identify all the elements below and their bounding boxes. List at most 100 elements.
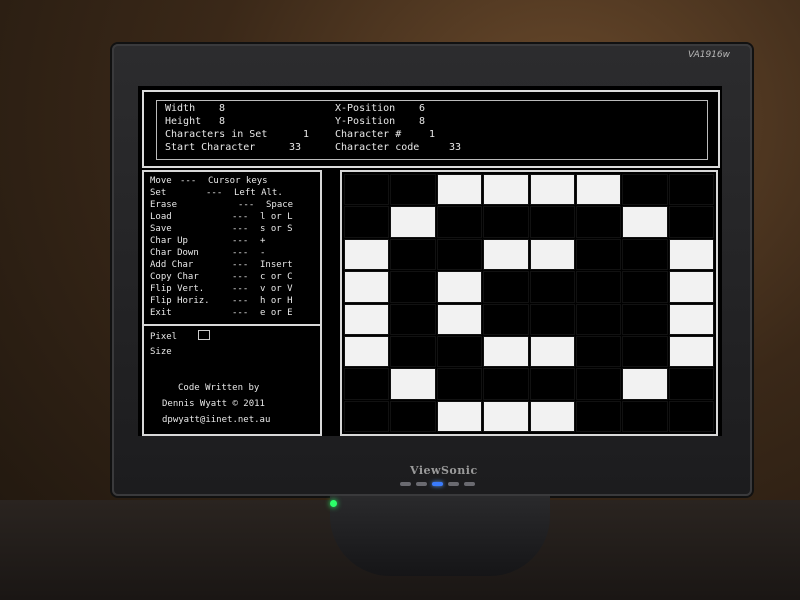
help-panel: Move --- Cursor keys Set --- Left Alt. Erase… — [142, 170, 322, 326]
monitor-brand-logo: ViewSonic — [410, 464, 478, 477]
grid-cell[interactable] — [668, 303, 714, 335]
grid-cell[interactable] — [622, 206, 668, 238]
grid-cell[interactable] — [529, 206, 575, 238]
character-grid-panel — [340, 170, 718, 436]
info-panel: Width 8 Height 8 Characters in Set 1 Sta… — [142, 90, 720, 168]
grid-cell[interactable] — [436, 206, 483, 238]
grid-cell[interactable] — [390, 238, 436, 271]
grid-cell[interactable] — [622, 174, 668, 206]
grid-cell[interactable] — [622, 238, 668, 271]
grid-cell[interactable] — [436, 335, 483, 368]
monitor-button[interactable] — [448, 482, 459, 486]
grid-cell[interactable] — [436, 271, 483, 303]
character-number-label: Character # — [335, 129, 402, 140]
grid-cell[interactable] — [344, 335, 390, 368]
grid-cell[interactable] — [622, 368, 668, 400]
grid-cell[interactable] — [436, 368, 483, 400]
grid-cell[interactable] — [529, 271, 575, 303]
y-position-label: Y-Position — [335, 116, 396, 127]
grid-cell[interactable] — [390, 368, 436, 400]
grid-cell[interactable] — [622, 271, 668, 303]
grid-cell[interactable] — [483, 335, 529, 368]
grid-cell[interactable] — [529, 303, 575, 335]
monitor-power-button[interactable] — [432, 482, 443, 486]
grid-cell[interactable] — [436, 238, 483, 271]
monitor-button[interactable] — [416, 482, 427, 486]
grid-cell[interactable] — [529, 238, 575, 271]
grid-cell[interactable] — [575, 271, 622, 303]
grid-cell[interactable] — [483, 400, 529, 432]
grid-cell[interactable] — [575, 174, 622, 206]
grid-cell[interactable] — [344, 368, 390, 400]
grid-cell[interactable] — [575, 206, 622, 238]
grid-cell[interactable] — [483, 368, 529, 400]
grid-cell[interactable] — [529, 400, 575, 432]
grid-cell[interactable] — [575, 238, 622, 271]
grid-cell[interactable] — [575, 400, 622, 432]
credits-email: dpwyatt@iinet.net.au — [162, 415, 271, 425]
grid-cell[interactable] — [344, 303, 390, 335]
grid-cell[interactable] — [344, 400, 390, 432]
grid-cell[interactable] — [668, 271, 714, 303]
help-row-char-up: Char Up --- + — [150, 236, 266, 246]
y-position-value: 8 — [419, 116, 426, 127]
character-code-label: Character code — [335, 142, 420, 153]
credits-line-2: Dennis Wyatt © 2011 — [162, 399, 265, 409]
grid-cell[interactable] — [344, 206, 390, 238]
pixel-preview-icon — [198, 330, 210, 340]
help-row-char-down: Char Down --- - — [150, 248, 266, 258]
help-row-erase: Erase --- Space — [150, 200, 294, 210]
help-row-flip-vert: Flip Vert. --- v or V — [150, 284, 293, 294]
chars-in-set-value: 1 — [303, 129, 310, 140]
start-character-value: 33 — [289, 142, 302, 153]
grid-cell[interactable] — [483, 206, 529, 238]
character-number-value: 1 — [429, 129, 436, 140]
grid-cell[interactable] — [529, 335, 575, 368]
grid-cell[interactable] — [529, 174, 575, 206]
help-row-move: Move --- Cursor keys — [150, 176, 268, 186]
character-grid[interactable] — [344, 174, 714, 432]
grid-cell[interactable] — [390, 174, 436, 206]
grid-cell[interactable] — [390, 335, 436, 368]
grid-cell[interactable] — [390, 400, 436, 432]
grid-cell[interactable] — [668, 206, 714, 238]
x-position-value: 6 — [419, 103, 426, 114]
grid-cell[interactable] — [529, 368, 575, 400]
grid-cell[interactable] — [344, 238, 390, 271]
grid-cell[interactable] — [575, 335, 622, 368]
grid-cell[interactable] — [575, 303, 622, 335]
width-value: 8 — [219, 103, 226, 114]
height-label: Height — [165, 116, 202, 127]
grid-cell[interactable] — [668, 368, 714, 400]
grid-cell[interactable] — [436, 174, 483, 206]
help-row-add-char: Add Char --- Insert — [150, 260, 293, 270]
grid-cell[interactable] — [668, 335, 714, 368]
monitor-button[interactable] — [464, 482, 475, 486]
monitor-model-label: VA1916w — [688, 50, 730, 60]
monitor-button[interactable] — [400, 482, 411, 486]
grid-cell[interactable] — [483, 303, 529, 335]
grid-cell[interactable] — [622, 335, 668, 368]
x-position-label: X-Position — [335, 103, 396, 114]
grid-cell[interactable] — [622, 400, 668, 432]
help-row-flip-horiz: Flip Horiz. --- h or H — [150, 296, 293, 306]
grid-cell[interactable] — [436, 400, 483, 432]
grid-cell[interactable] — [436, 303, 483, 335]
grid-cell[interactable] — [390, 206, 436, 238]
grid-cell[interactable] — [344, 174, 390, 206]
grid-cell[interactable] — [668, 400, 714, 432]
help-row-copy-char: Copy Char --- c or C — [150, 272, 293, 282]
grid-cell[interactable] — [483, 271, 529, 303]
grid-cell[interactable] — [668, 238, 714, 271]
help-row-load: Load --- l or L — [150, 212, 293, 222]
grid-cell[interactable] — [575, 368, 622, 400]
grid-cell[interactable] — [344, 271, 390, 303]
grid-cell[interactable] — [390, 303, 436, 335]
info-inner-frame: Width 8 Height 8 Characters in Set 1 Sta… — [156, 100, 708, 160]
pixel-label: Pixel — [150, 332, 178, 342]
grid-cell[interactable] — [483, 174, 529, 206]
grid-cell[interactable] — [483, 238, 529, 271]
grid-cell[interactable] — [622, 303, 668, 335]
grid-cell[interactable] — [668, 174, 714, 206]
grid-cell[interactable] — [390, 271, 436, 303]
